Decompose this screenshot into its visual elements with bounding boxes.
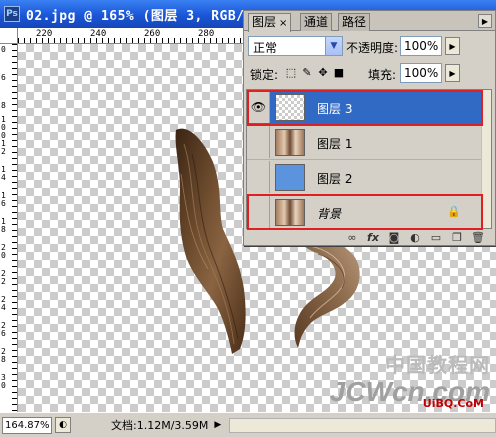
horizontal-scrollbar[interactable] [229, 417, 496, 433]
opacity-label: 不透明度: [346, 41, 399, 55]
layer-thumbnail [275, 199, 305, 226]
document-size: 文档:1.12M/3.59M [111, 419, 209, 432]
ruler-label: 2 4 [1, 295, 6, 312]
layer-row-layer2[interactable]: 图层 2 [247, 160, 483, 195]
ruler-label: 2 2 [1, 269, 6, 286]
tab-layers[interactable]: 图层 × [248, 13, 292, 32]
blend-mode-select[interactable]: 正常 ▼ [248, 36, 343, 56]
group-icon[interactable]: ▭ [429, 230, 443, 244]
lock-all-icon[interactable]: ■ [332, 65, 346, 79]
ruler-label: 1 0 0 [1, 115, 6, 140]
ruler-label: 1 8 [1, 217, 6, 234]
ruler-ticks [12, 44, 17, 412]
panel-footer: ∞ fx ◙ ◐ ▭ ❐ 🗑 [244, 229, 495, 245]
opacity-slider-toggle-icon[interactable]: ▶ [445, 37, 460, 55]
layer-thumbnail [275, 164, 305, 191]
ruler-label: 0 [1, 45, 6, 54]
tab-paths[interactable]: 路径 [338, 13, 371, 31]
status-bar: 164.87% ◐ 文档:1.12M/3.59M ▶ [0, 412, 496, 437]
fill-input[interactable]: 100% [400, 63, 442, 83]
layer-row-layer1[interactable]: 图层 1 [247, 125, 483, 160]
lock-transparency-icon[interactable]: ⬚ [284, 65, 298, 79]
fill-label: 填充: [368, 68, 397, 82]
ruler-label: 2 6 [1, 321, 6, 338]
panel-menu-icon[interactable]: ▶ [478, 14, 492, 28]
layer-row-background[interactable]: 背景 🔒 [247, 195, 483, 230]
layer-list-scrollbar[interactable] [481, 90, 491, 228]
tab-close-icon[interactable]: × [279, 18, 287, 29]
new-layer-icon[interactable]: ❐ [450, 230, 464, 244]
zoom-field[interactable]: 164.87% [2, 416, 52, 434]
watermark-sub: UiBQ.CoM [422, 397, 484, 410]
layer-name: 背景 [317, 207, 342, 221]
ruler-label: 1 2 [1, 139, 6, 156]
lock-label: 锁定: [250, 68, 279, 82]
visibility-toggle[interactable] [248, 161, 270, 193]
layer-thumbnail [275, 94, 305, 121]
vertical-ruler[interactable]: 0 6 8 1 0 0 1 2 1 4 1 6 1 8 2 0 2 2 2 4 … [0, 44, 18, 412]
link-icon[interactable]: ∞ [345, 230, 359, 244]
chevron-down-icon[interactable]: ▼ [325, 37, 342, 55]
photoshop-app-icon: Ps [4, 6, 20, 22]
layer-name: 图层 2 [317, 172, 353, 186]
ruler-origin[interactable] [0, 28, 18, 44]
opacity-input[interactable]: 100% [400, 36, 442, 56]
ruler-label: 6 [1, 73, 6, 82]
fx-icon[interactable]: fx [366, 230, 380, 244]
layer-row-layer3[interactable]: 👁 图层 3 [247, 90, 483, 125]
ruler-label: 1 4 [1, 165, 6, 182]
mask-icon[interactable]: ◙ [387, 230, 401, 244]
layers-panel: 图层 × 通道 路径 ▶ 正常 ▼ 不透明度: 100% ▶ 锁定: ⬚ ✎ ✥ … [243, 10, 496, 246]
layer-name: 图层 1 [317, 137, 353, 151]
blend-mode-value: 正常 [253, 41, 278, 55]
panel-tab-strip: 图层 × 通道 路径 ▶ [244, 11, 495, 32]
eye-icon[interactable]: 👁 [248, 91, 270, 123]
ruler-label: 1 6 [1, 191, 6, 208]
status-menu-arrow-icon[interactable]: ▶ [214, 420, 221, 430]
tab-layers-label: 图层 [252, 15, 277, 29]
status-nav-icon[interactable]: ◐ [55, 417, 71, 433]
ruler-label: 3 0 [1, 373, 6, 390]
lock-position-icon[interactable]: ✥ [316, 65, 330, 79]
lock-row: 锁定: ⬚ ✎ ✥ ■ 填充: 100% ▶ [248, 63, 493, 83]
ruler-label: 8 [1, 101, 6, 110]
lock-icon: 🔒 [447, 205, 461, 218]
fill-slider-toggle-icon[interactable]: ▶ [445, 64, 460, 82]
visibility-toggle[interactable] [248, 196, 270, 228]
trash-icon[interactable]: 🗑 [471, 230, 485, 244]
ruler-label: 2 0 [1, 243, 6, 260]
tab-channels-label: 通道 [304, 15, 329, 29]
lock-pixels-icon[interactable]: ✎ [300, 65, 314, 79]
ruler-label: 2 8 [1, 347, 6, 364]
tab-channels[interactable]: 通道 [300, 13, 333, 31]
layer-thumbnail [275, 129, 305, 156]
document-title: 02.jpg @ 165% (图层 3, RGB/8 [26, 8, 253, 24]
layer-name: 图层 3 [317, 102, 353, 116]
adjustment-icon[interactable]: ◐ [408, 230, 422, 244]
tab-paths-label: 路径 [342, 15, 367, 29]
layer-list: 👁 图层 3 图层 1 图层 2 背景 🔒 [246, 89, 492, 230]
blend-row: 正常 ▼ 不透明度: 100% ▶ [248, 36, 493, 56]
visibility-toggle[interactable] [248, 126, 270, 158]
